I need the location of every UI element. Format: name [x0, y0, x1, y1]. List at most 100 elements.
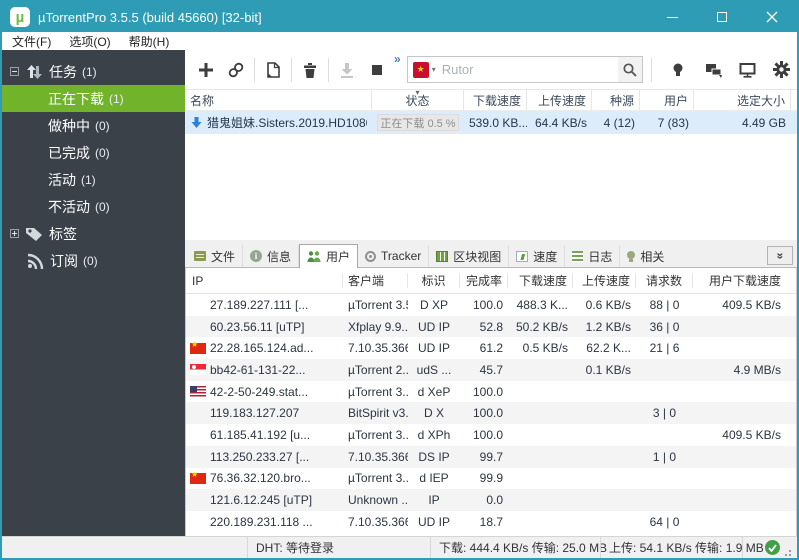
info-icon: i — [250, 250, 263, 262]
peer-row[interactable]: 61.185.41.192 [u... µTorrent 3....d XPh … — [186, 424, 796, 446]
maximize-button[interactable] — [697, 2, 747, 32]
window-title: µTorrentPro 3.5.5 (build 45660) [32-bit] — [38, 9, 262, 25]
search-engine-rutor-icon[interactable]: ★ — [412, 61, 429, 78]
help-hints-button[interactable] — [663, 56, 693, 84]
tab-related[interactable]: 相关 — [620, 245, 671, 267]
sidebar-item-count: (1) — [81, 172, 96, 187]
toolbar-overflow-chevron-icon[interactable]: » — [394, 52, 401, 66]
peers-panel: IP 客户端 标识 完成率 下载速度 上传速度 请求数 用户下载速度 27.18… — [185, 268, 797, 536]
statusbar-section — [2, 537, 247, 558]
tab-peers[interactable]: 用户 — [299, 244, 359, 268]
statusbar-section — [742, 537, 797, 558]
torrent-row[interactable]: 猎鬼姐妹.Sisters.2019.HD1080P.X... 正在下载 0.5 … — [185, 111, 797, 134]
close-button[interactable] — [747, 2, 797, 32]
sidebar: 任务 (1) 正在下载 (1) 做种中 (0) 已完成 (0) 活动 (1) 不… — [2, 50, 185, 536]
menu-file[interactable]: 文件(F) — [12, 33, 51, 50]
column-header-done[interactable]: 完成率 — [460, 273, 508, 288]
tab-logger[interactable]: 日志 — [565, 245, 621, 267]
column-header-down-speed[interactable]: 下载速度 — [464, 90, 527, 110]
column-header-up-speed[interactable]: 上传速度 — [573, 273, 636, 288]
add-torrent-button[interactable] — [191, 56, 221, 84]
column-header-peers[interactable]: 用户 — [640, 90, 694, 110]
stop-button[interactable] — [362, 56, 392, 84]
sidebar-item-completed[interactable]: 已完成 (0) — [2, 139, 185, 166]
bulb-icon — [673, 63, 683, 76]
column-header-status[interactable]: ▾ 状态 — [372, 88, 464, 110]
menubar: 文件(F) 选项(O) 帮助(H) — [2, 32, 797, 50]
chat-button[interactable] — [699, 56, 729, 84]
column-header-name[interactable]: 名称 — [185, 90, 372, 110]
sidebar-item-tasks[interactable]: 任务 (1) — [2, 58, 185, 85]
menu-help[interactable]: 帮助(H) — [129, 33, 170, 50]
new-file-icon — [267, 61, 280, 78]
minimize-button[interactable] — [647, 2, 697, 32]
start-button[interactable] — [332, 56, 362, 84]
expand-box-icon[interactable] — [10, 229, 19, 238]
sidebar-item-count: (1) — [109, 91, 124, 106]
search-icon — [623, 62, 637, 77]
column-header-ip[interactable]: IP — [186, 273, 343, 288]
sidebar-item-seeding[interactable]: 做种中 (0) — [2, 112, 185, 139]
sidebar-item-downloading[interactable]: 正在下载 (1) — [2, 85, 185, 112]
flag-singapore-icon — [190, 364, 206, 376]
stop-icon — [372, 64, 382, 75]
downloading-arrow-icon — [191, 117, 202, 128]
sidebar-item-labels[interactable]: 标签 — [2, 220, 185, 247]
column-header-reqs[interactable]: 请求数 — [636, 273, 693, 288]
chat-bubbles-icon — [706, 63, 723, 78]
peer-row[interactable]: 113.250.233.27 [... 7.10.35.366 DS IP 99.… — [186, 445, 796, 468]
column-header-size[interactable]: 选定大小 — [694, 90, 791, 110]
peer-row[interactable]: bb42-61-131-22... µTorrent 2....udS ... … — [186, 359, 796, 381]
tab-speed[interactable]: 速度 — [509, 245, 566, 267]
column-header-up-speed[interactable]: 上传速度 — [527, 90, 592, 110]
search-input[interactable]: Rutor — [442, 62, 618, 77]
sidebar-item-label: 做种中 — [48, 117, 90, 134]
tab-pieces[interactable]: 区块视图 — [429, 245, 510, 267]
column-header-down-speed[interactable]: 下载速度 — [508, 273, 573, 288]
collapse-detail-button[interactable]: » — [767, 246, 793, 265]
chevron-down-icon[interactable]: ▾ — [432, 65, 436, 74]
add-link-button[interactable] — [221, 56, 251, 84]
download-status: 下载: 444.4 KB/s 传输: 25.0 MB — [430, 537, 607, 558]
tracker-icon — [365, 250, 377, 262]
remove-button[interactable] — [295, 56, 325, 84]
flag-china-icon — [190, 471, 206, 484]
toolbar: » ★ ▾ Rutor — [185, 50, 797, 90]
sidebar-item-count: (0) — [95, 199, 110, 214]
peer-row[interactable]: 60.23.56.11 [uTP] Xfplay 9.9....UD IP 52… — [186, 315, 796, 338]
peer-row[interactable]: 121.6.12.245 [uTP] Unknown ... IP 0.0 — [186, 489, 796, 511]
remote-devices-button[interactable] — [733, 56, 763, 84]
dht-status: DHT: 等待登录 — [247, 537, 430, 558]
column-header-flags[interactable]: 标识 — [408, 273, 460, 288]
column-header-peer-dl[interactable]: 用户下载速度 — [693, 273, 786, 288]
upload-status: 上传: 54.1 KB/s 传输: 1.9 MB — [600, 537, 764, 558]
sidebar-item-active[interactable]: 活动 (1) — [2, 166, 185, 193]
transfers-icon — [27, 64, 42, 79]
collapse-box-icon[interactable] — [10, 67, 19, 76]
sidebar-item-feeds[interactable]: 订阅 (0) — [2, 247, 185, 274]
peer-row[interactable]: 76.36.32.120.bro... µTorrent 3....d IEP … — [186, 468, 796, 490]
column-header-client[interactable]: 客户端 — [343, 273, 408, 288]
settings-button[interactable] — [767, 56, 797, 84]
peer-row[interactable]: 220.189.231.118 ... 7.10.35.366 UD IP 18.… — [186, 511, 796, 533]
users-icon — [307, 251, 321, 262]
peer-row[interactable]: 27.189.227.111 [... µTorrent 3.5 D XP 100… — [186, 294, 796, 316]
sidebar-item-inactive[interactable]: 不活动 (0) — [2, 193, 185, 220]
menu-options[interactable]: 选项(O) — [69, 33, 110, 50]
peer-row[interactable]: 42-2-50-249.stat... µTorrent 3....d XeP … — [186, 381, 796, 403]
tab-trackers[interactable]: Tracker — [358, 245, 430, 267]
flag-usa-icon — [190, 386, 206, 398]
create-torrent-button[interactable] — [258, 56, 288, 84]
tab-files[interactable]: 文件 — [187, 245, 244, 267]
search-box[interactable]: ★ ▾ Rutor — [406, 56, 643, 83]
search-button[interactable] — [617, 57, 642, 82]
peer-row[interactable]: 22.28.165.124.ad... 7.10.35.366UD IP 61.… — [186, 337, 796, 359]
close-icon — [766, 11, 778, 23]
peer-row[interactable]: 119.183.127.207 BitSpirit v3....D X 100.… — [186, 402, 796, 425]
tab-info[interactable]: i 信息 — [243, 245, 300, 267]
flag-china-icon — [190, 341, 206, 354]
torrent-seeds: 4 (12) — [603, 115, 635, 130]
sidebar-item-label: 正在下载 — [48, 90, 104, 107]
column-header-seeds[interactable]: 种源 — [592, 90, 640, 110]
resize-grip[interactable] — [780, 545, 792, 557]
